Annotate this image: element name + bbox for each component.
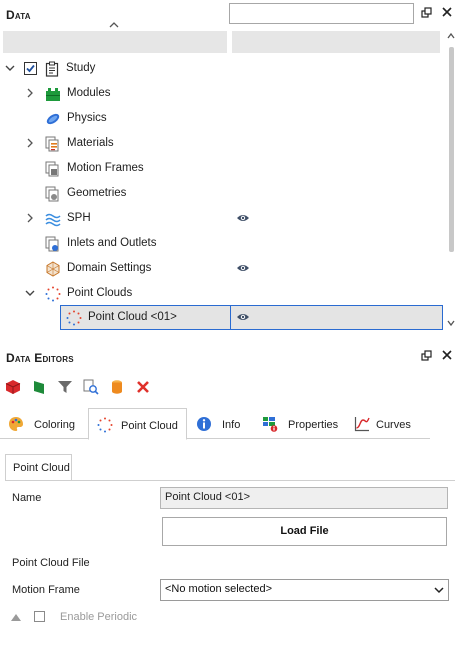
domain-icon <box>46 261 60 277</box>
tree-item-inlets-outlets[interactable]: Inlets and Outlets <box>0 231 443 256</box>
close-panel-icon[interactable] <box>440 350 454 364</box>
chevron-down-icon <box>434 587 444 594</box>
collapse-triangle-icon[interactable] <box>10 612 22 622</box>
chevron-down-icon[interactable] <box>24 287 36 299</box>
point-cloud-file-label: Point Cloud File <box>12 557 90 569</box>
tree-item-label: Study <box>66 62 96 74</box>
tree-item-label: Materials <box>67 137 114 149</box>
modules-icon <box>46 88 60 101</box>
filter-icon[interactable] <box>57 379 73 395</box>
tree-item-label: Point Cloud <01> <box>88 311 177 323</box>
tree-item-physics[interactable]: Physics <box>0 106 443 131</box>
point-cloud-icon <box>45 286 61 302</box>
eye-icon[interactable] <box>236 312 250 322</box>
tab-label: Curves <box>376 419 411 431</box>
tree-item-label: SPH <box>67 212 91 224</box>
enable-periodic-label: Enable Periodic <box>60 611 138 623</box>
tab-label: Properties <box>288 419 339 431</box>
tree-item-motion-frames[interactable]: Motion Frames <box>0 156 443 181</box>
editor-tabs: Coloring Point Cloud Info Properties Cur… <box>0 406 430 440</box>
subtab-divider <box>5 480 455 481</box>
tree-item-label: Inlets and Outlets <box>67 237 157 249</box>
tab-point-cloud[interactable]: Point Cloud <box>88 408 187 440</box>
tree-item-materials[interactable]: Materials <box>0 131 443 156</box>
tab-label: Info <box>222 419 241 431</box>
add-cube-icon[interactable] <box>5 379 21 395</box>
scroll-down-icon[interactable] <box>446 318 456 328</box>
data-panel-header: Data <box>0 0 462 28</box>
subtab-label: Point Cloud <box>13 462 70 474</box>
tab-label: Point Cloud <box>121 420 178 432</box>
tree-item-study[interactable]: Study <box>0 56 443 81</box>
eye-icon[interactable] <box>236 213 250 223</box>
materials-icon <box>45 136 59 152</box>
motion-frame-value: <No motion selected> <box>165 583 273 595</box>
palette-icon <box>9 417 23 431</box>
tab-info[interactable]: Info <box>188 408 252 439</box>
editors-toolbar <box>0 377 462 399</box>
chevron-right-icon[interactable] <box>24 212 36 224</box>
tree-item-sph[interactable]: SPH <box>0 206 443 231</box>
scrollbar-thumb[interactable] <box>449 47 454 252</box>
physics-icon <box>46 113 60 125</box>
tab-coloring[interactable]: Coloring <box>0 408 87 439</box>
point-cloud-icon <box>97 417 113 433</box>
tab-curves[interactable]: Curves <box>346 408 430 439</box>
enable-periodic-checkbox[interactable] <box>34 611 45 622</box>
tree-item-label: Domain Settings <box>67 262 152 274</box>
float-panel-icon[interactable] <box>420 7 434 21</box>
delete-icon[interactable] <box>135 379 151 395</box>
data-panel-title: Data <box>6 8 31 22</box>
name-field[interactable]: Point Cloud <01> <box>160 487 448 509</box>
float-panel-icon[interactable] <box>420 350 434 364</box>
flag-icon[interactable] <box>31 379 47 395</box>
tree-item-point-cloud-01[interactable]: Point Cloud <01> <box>0 305 443 330</box>
sort-caret-icon <box>109 22 119 28</box>
tree-item-point-clouds[interactable]: Point Clouds <box>0 281 443 306</box>
tree-scrollbar[interactable] <box>446 31 456 331</box>
tree-item-label: Modules <box>67 87 111 99</box>
checkbox-checked-icon[interactable] <box>24 62 37 75</box>
eye-icon[interactable] <box>236 263 250 273</box>
chevron-down-icon[interactable] <box>4 62 16 74</box>
name-label: Name <box>12 492 42 504</box>
search-list-icon[interactable] <box>83 379 99 395</box>
editors-panel-title: Data Editors <box>6 351 74 365</box>
curves-icon <box>354 417 370 432</box>
tree-item-label: Motion Frames <box>67 162 144 174</box>
tree-item-domain-settings[interactable]: Domain Settings <box>0 256 443 281</box>
tab-properties[interactable]: Properties <box>254 408 344 439</box>
chevron-right-icon[interactable] <box>24 87 36 99</box>
close-panel-icon[interactable] <box>440 7 454 21</box>
motion-frames-icon <box>45 161 59 177</box>
point-cloud-icon <box>66 310 82 326</box>
tree-item-geometries[interactable]: Geometries <box>0 181 443 206</box>
data-search-input[interactable] <box>229 3 414 24</box>
tree-item-label: Geometries <box>67 187 127 199</box>
sph-waves-icon <box>45 213 61 227</box>
load-file-button[interactable]: Load File <box>162 517 447 546</box>
cylinder-icon[interactable] <box>109 379 125 395</box>
column-header-visibility[interactable] <box>232 31 440 53</box>
motion-frame-label: Motion Frame <box>12 584 80 596</box>
tree-item-label: Point Clouds <box>67 287 133 299</box>
clipboard-icon <box>45 61 59 77</box>
info-icon <box>197 417 211 431</box>
subtab-point-cloud[interactable]: Point Cloud <box>5 454 72 480</box>
properties-icon <box>263 417 278 432</box>
motion-frame-select[interactable]: <No motion selected> <box>160 579 449 601</box>
column-header-name[interactable] <box>3 31 227 53</box>
scroll-up-icon[interactable] <box>446 31 456 41</box>
tab-label: Coloring <box>34 419 75 431</box>
tree-item-label: Physics <box>67 112 107 124</box>
geometries-icon <box>45 186 59 202</box>
inlets-icon <box>45 236 59 252</box>
chevron-right-icon[interactable] <box>24 137 36 149</box>
editors-panel-header: Data Editors <box>0 345 462 373</box>
tree-item-modules[interactable]: Modules <box>0 81 443 106</box>
